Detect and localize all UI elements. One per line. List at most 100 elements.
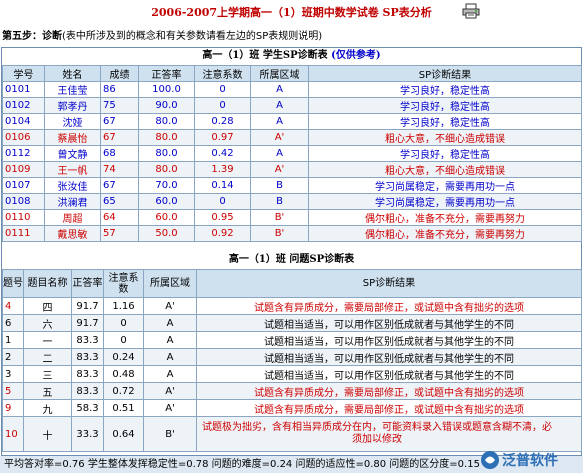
question-no: 2 [2, 348, 24, 366]
question-row: 1 一 83.3 0 A 试题相当适当，可以用作区别低成就者与其他学生的不同 [2, 331, 582, 349]
student-coef: 0 [194, 193, 251, 210]
page-title: 2006-2007上学期高一（1）班期中数学试卷 SP表分析 [151, 6, 432, 19]
question-name: 二 [23, 348, 72, 366]
question-no: 10 [2, 416, 24, 452]
question-coef: 0.51 [103, 399, 144, 417]
student-col-header: 学号 [2, 65, 45, 82]
question-col-header: 正答率 [71, 269, 104, 298]
question-result: 试题极为拙劣，含有相当异质成分在内，可能资料录入错误或题意含糊不清，必须加以修改 [196, 416, 582, 452]
student-zone: A [250, 97, 309, 114]
student-col-header: SP诊断结果 [308, 65, 582, 82]
question-name: 五 [23, 382, 72, 400]
student-zone: B [250, 193, 309, 210]
question-no: 3 [2, 365, 24, 383]
question-coef: 0.72 [103, 382, 144, 400]
student-name: 王一帆 [44, 161, 101, 178]
student-rate: 50.0 [138, 225, 195, 242]
student-coef: 0.28 [194, 113, 251, 130]
student-id: 0106 [2, 129, 45, 146]
student-id: 0109 [2, 161, 45, 178]
question-no: 9 [2, 399, 24, 417]
question-zone: A' [143, 297, 197, 315]
question-name: 一 [23, 331, 72, 349]
step-instruction: 第五步：诊断(表中所涉及到的概念和有关参数请看左边的SP表规则说明) [2, 27, 580, 42]
student-col-header: 所属区域 [250, 65, 309, 82]
question-col-header: 题号 [2, 269, 24, 298]
student-name: 王佳莹 [44, 81, 101, 98]
student-zone: A' [250, 161, 309, 178]
student-result: 学习良好，稳定性高 [308, 81, 582, 98]
student-table-title-text: 高一（1）班 学生SP诊断表 [202, 50, 328, 61]
question-result: 试题相当适当，可以用作区别低成就者与其他学生的不同 [196, 365, 582, 383]
student-name: 张汝佳 [44, 177, 101, 194]
student-zone: B' [250, 225, 309, 242]
question-coef: 0 [103, 314, 144, 332]
student-coef: 0 [194, 97, 251, 114]
student-zone: A' [250, 129, 309, 146]
question-coef: 0.24 [103, 348, 144, 366]
student-row: 0104 沈娅 67 80.0 0.28 A 学习良好，稳定性高 [2, 113, 582, 130]
student-id: 0110 [2, 209, 45, 226]
question-row: 2 二 83.3 0.24 A 试题相当适当，可以用作区别低成就者与其他学生的不同 [2, 348, 582, 366]
question-name: 九 [23, 399, 72, 417]
student-score: 68 [100, 145, 139, 162]
student-result: 学习尚属稳定，需要再用功一点 [308, 177, 582, 194]
printer-icon[interactable] [462, 3, 480, 19]
question-result: 试题含有异质成分，需要局部修正，或试题中含有拙劣的选项 [196, 382, 582, 400]
student-id: 0108 [2, 193, 45, 210]
student-name: 戴思敏 [44, 225, 101, 242]
student-rate: 60.0 [138, 193, 195, 210]
student-zone: A [250, 81, 309, 98]
question-zone: A [143, 314, 197, 332]
question-name: 三 [23, 365, 72, 383]
student-result: 学习尚属稳定，需要再用功一点 [308, 193, 582, 210]
student-sp-table: 学号 姓名 成绩 正答率 注意系数 所属区域 SP诊断结果 0101 王佳莹 86 100.0 0 A… [2, 65, 582, 242]
student-coef: 0.97 [194, 129, 251, 146]
student-row: 0108 洪澜君 65 60.0 0 B 学习尚属稳定，需要再用功一点 [2, 193, 582, 210]
question-rate: 83.3 [71, 348, 104, 366]
student-rate: 80.0 [138, 113, 195, 130]
student-coef: 0.92 [194, 225, 251, 242]
student-rate: 100.0 [138, 81, 195, 98]
student-zone: A [250, 145, 309, 162]
student-result: 粗心大意，不细心造成错误 [308, 129, 582, 146]
question-name: 十 [23, 416, 72, 452]
question-zone: A [143, 365, 197, 383]
question-result: 试题相当适当，可以用作区别低成就者与其他学生的不同 [196, 314, 582, 332]
question-zone: A [143, 348, 197, 366]
question-no: 5 [2, 382, 24, 400]
student-rate: 70.0 [138, 177, 195, 194]
question-no: 4 [2, 297, 24, 315]
question-sp-table: 题号 题目名称 正答率 注意系数 所属区域 SP诊断结果 4 四 91.7 1.16 A' 试题含有… [2, 269, 582, 452]
student-rate: 80.0 [138, 129, 195, 146]
question-no: 6 [2, 314, 24, 332]
question-result: 试题相当适当，可以用作区别低成就者与其他学生的不同 [196, 348, 582, 366]
question-row: 10 十 33.3 0.64 B' 试题极为拙劣，含有相当异质成分在内，可能资料录入错误或… [2, 416, 582, 452]
student-score: 75 [100, 97, 139, 114]
question-rate: 83.3 [71, 365, 104, 383]
question-rate: 91.7 [71, 297, 104, 315]
student-zone: B' [250, 209, 309, 226]
question-row: 4 四 91.7 1.16 A' 试题含有异质成分，需要局部修正，或试题中含有拙劣的选项 [2, 297, 582, 315]
step-note: (表中所涉及到的概念和有关参数请看左边的SP表规则说明) [62, 31, 323, 42]
student-result: 粗心大意，不细心造成错误 [308, 161, 582, 178]
question-name: 六 [23, 314, 72, 332]
student-coef: 0.42 [194, 145, 251, 162]
student-score: 74 [100, 161, 139, 178]
student-score: 57 [100, 225, 139, 242]
question-rate: 58.3 [71, 399, 104, 417]
student-table-title-note: (仅供参考) [331, 50, 381, 61]
student-table-title: 高一（1）班 学生SP诊断表 (仅供参考) [2, 48, 581, 64]
question-zone: B' [143, 416, 197, 452]
student-rate: 90.0 [138, 97, 195, 114]
student-coef: 0.95 [194, 209, 251, 226]
question-zone: A [143, 331, 197, 349]
page-header: 2006-2007上学期高一（1）班期中数学试卷 SP表分析 [0, 0, 583, 24]
question-coef: 0 [103, 331, 144, 349]
question-coef: 0.48 [103, 365, 144, 383]
fanpu-logo-icon: 泛普软件 [479, 449, 577, 471]
question-no: 1 [2, 331, 24, 349]
student-row: 0107 张汝佳 67 70.0 0.14 B 学习尚属稳定，需要再用功一点 [2, 177, 582, 194]
student-id: 0102 [2, 97, 45, 114]
student-coef: 0 [194, 81, 251, 98]
